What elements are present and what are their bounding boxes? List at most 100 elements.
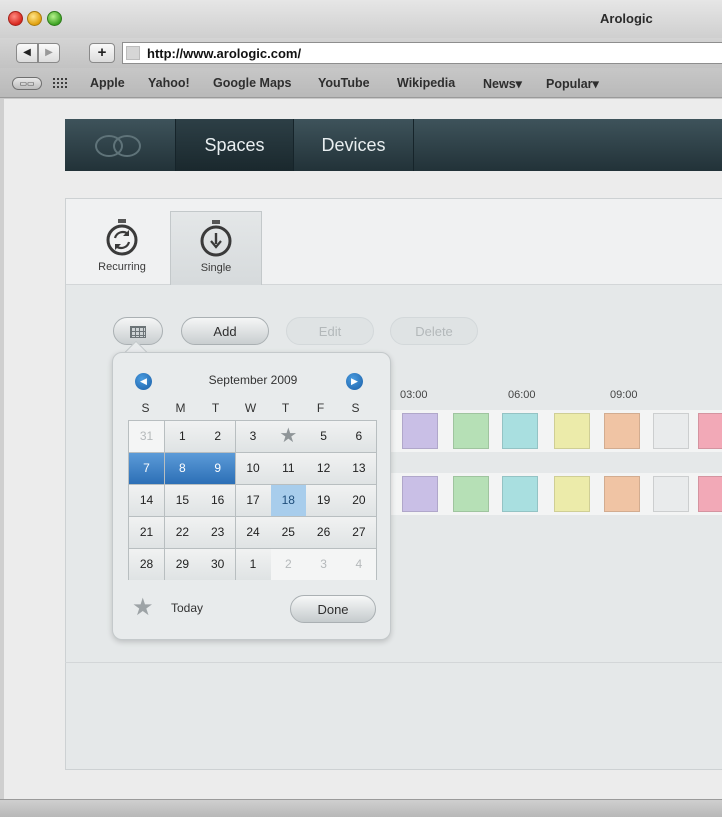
- calendar-day[interactable]: 18: [270, 485, 306, 516]
- action-bar: Add Edit Delete: [66, 317, 722, 347]
- calendar-day[interactable]: 12: [306, 453, 342, 484]
- row-separator: [390, 452, 722, 473]
- tab-single-label: Single: [200, 262, 232, 274]
- calendar-day[interactable]: 5: [306, 421, 342, 452]
- url-text: http://www.arologic.com/: [147, 46, 302, 61]
- edit-button[interactable]: Edit: [286, 317, 374, 345]
- tab-devices[interactable]: Devices: [293, 119, 413, 171]
- bookmark-apple[interactable]: Apple: [90, 76, 125, 90]
- calendar-day[interactable]: 27: [341, 517, 377, 548]
- calendar-day[interactable]: 1: [235, 549, 271, 580]
- today-link[interactable]: Today: [171, 601, 203, 615]
- window-titlebar: Arologic: [0, 0, 722, 38]
- panel-divider: [65, 662, 722, 663]
- calendar-day[interactable]: 1: [164, 421, 200, 452]
- nav-divider: [413, 119, 414, 171]
- next-month-button[interactable]: ▶: [346, 373, 363, 390]
- calendar-day[interactable]: 26: [306, 517, 342, 548]
- calendar-day[interactable]: 11: [270, 453, 306, 484]
- minimize-window-button[interactable]: [27, 11, 42, 26]
- calendar-day[interactable]: 19: [306, 485, 342, 516]
- calendar-day[interactable]: 7: [129, 453, 164, 484]
- time-label: 09:00: [610, 389, 638, 401]
- done-button[interactable]: Done: [290, 595, 376, 623]
- bookmark-wikipedia[interactable]: Wikipedia: [397, 76, 455, 90]
- calendar-day[interactable]: 28: [129, 549, 164, 580]
- bookmark-youtube[interactable]: YouTube: [318, 76, 370, 90]
- tab-spaces[interactable]: Spaces: [175, 119, 293, 171]
- address-bar[interactable]: http://www.arologic.com/: [122, 42, 722, 64]
- weekday-header: M: [175, 401, 186, 415]
- tab-single[interactable]: Single: [170, 211, 262, 285]
- forward-button[interactable]: ▶: [38, 43, 60, 63]
- zoom-window-button[interactable]: [47, 11, 62, 26]
- calendar-day[interactable]: 9: [200, 453, 236, 484]
- bookmark-popular-menu[interactable]: Popular▾: [546, 76, 599, 91]
- time-slot[interactable]: [698, 413, 722, 449]
- calendar-day[interactable]: 2: [270, 549, 306, 580]
- time-slot[interactable]: [554, 413, 590, 449]
- calendar-day[interactable]: 29: [164, 549, 200, 580]
- time-slot[interactable]: [453, 413, 489, 449]
- calendar-day[interactable]: 20: [341, 485, 377, 516]
- calendar-toggle-button[interactable]: [113, 317, 163, 345]
- weekday-header: S: [141, 401, 150, 415]
- calendar-day[interactable]: 4: [341, 549, 377, 580]
- calendar-day[interactable]: 24: [235, 517, 271, 548]
- bookmarks-bar: ▭▭ Apple Yahoo! Google Maps YouTube Wiki…: [0, 68, 722, 98]
- bookmark-yahoo[interactable]: Yahoo!: [148, 76, 190, 90]
- add-button[interactable]: Add: [181, 317, 269, 345]
- tab-recurring[interactable]: Recurring: [76, 211, 168, 285]
- time-slot[interactable]: [698, 476, 722, 512]
- time-slot[interactable]: [453, 476, 489, 512]
- calendar-day[interactable]: 3: [306, 549, 342, 580]
- calendar-day[interactable]: 10: [235, 453, 271, 484]
- time-slot[interactable]: [653, 413, 689, 449]
- calendar-day[interactable]: 31: [129, 421, 164, 452]
- close-window-button[interactable]: [8, 11, 23, 26]
- time-label: 06:00: [508, 389, 536, 401]
- add-bookmark-button[interactable]: +: [89, 43, 115, 63]
- time-slot[interactable]: [402, 476, 438, 512]
- calendar-day[interactable]: 3: [235, 421, 271, 452]
- app-logo[interactable]: [95, 135, 143, 157]
- time-slot[interactable]: [554, 476, 590, 512]
- calendar-day[interactable]: 21: [129, 517, 164, 548]
- today-star-icon[interactable]: ★: [132, 593, 154, 622]
- window-title: Arologic: [600, 11, 653, 26]
- delete-button[interactable]: Delete: [390, 317, 478, 345]
- time-slot[interactable]: [653, 476, 689, 512]
- calendar-day[interactable]: 16: [200, 485, 236, 516]
- back-button[interactable]: ◀: [16, 43, 38, 63]
- calendar-day[interactable]: 30: [200, 549, 236, 580]
- calendar-day[interactable]: 17: [235, 485, 271, 516]
- reader-icon[interactable]: ▭▭: [12, 77, 42, 90]
- calendar-icon: [130, 326, 146, 338]
- calendar-day[interactable]: 4★: [270, 421, 306, 452]
- calendar-day[interactable]: 15: [164, 485, 200, 516]
- previous-month-button[interactable]: ◀: [135, 373, 152, 390]
- calendar-day[interactable]: 2: [200, 421, 236, 452]
- calendar-day[interactable]: 6: [341, 421, 377, 452]
- weekday-header: S: [351, 401, 360, 415]
- time-slot[interactable]: [604, 413, 640, 449]
- browser-status-bar: [0, 799, 722, 817]
- time-slot[interactable]: [502, 476, 538, 512]
- time-slot[interactable]: [604, 476, 640, 512]
- time-slot[interactable]: [402, 413, 438, 449]
- favicon-icon: [126, 46, 140, 60]
- bookmark-news-menu[interactable]: News▾: [483, 76, 522, 91]
- calendar-day[interactable]: 13: [341, 453, 377, 484]
- calendar-day[interactable]: 14: [129, 485, 164, 516]
- time-slot[interactable]: [502, 413, 538, 449]
- calendar-day[interactable]: 25: [270, 517, 306, 548]
- top-sites-grid-icon[interactable]: [52, 77, 67, 89]
- tab-recurring-label: Recurring: [98, 261, 146, 273]
- calendar-day[interactable]: 22: [164, 517, 200, 548]
- calendar-day[interactable]: 23: [200, 517, 236, 548]
- calendar-day[interactable]: 8: [164, 453, 200, 484]
- weekday-header: T: [281, 401, 290, 415]
- calendar-grid: 311234★567891011121314151617181920212223…: [128, 420, 377, 580]
- mode-tabs: Recurring Single: [66, 199, 722, 285]
- bookmark-google-maps[interactable]: Google Maps: [213, 76, 291, 90]
